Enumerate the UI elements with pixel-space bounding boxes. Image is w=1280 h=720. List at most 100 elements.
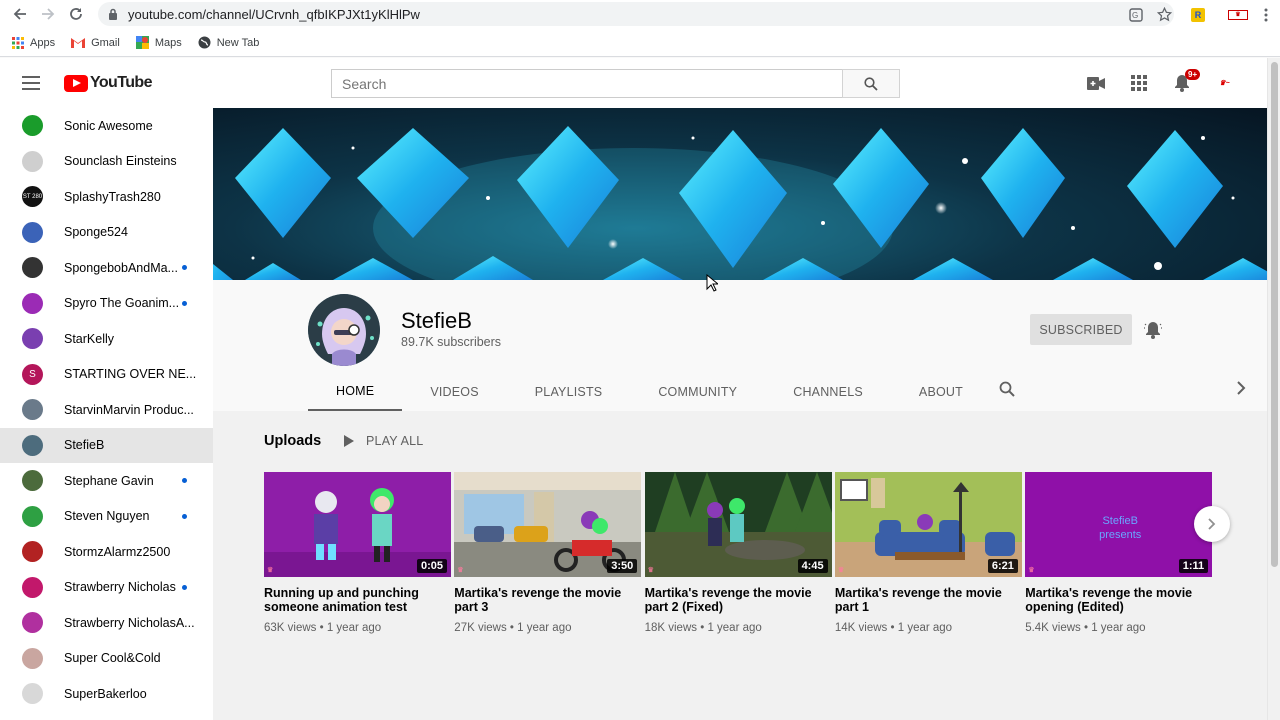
sidebar-channel-item[interactable]: Sonic Awesome	[0, 108, 213, 144]
scrollbar-thumb[interactable]	[1271, 62, 1278, 567]
video-card[interactable]: ♛ 3:50 Martika's revenge the movie part 3 2…	[454, 472, 642, 634]
video-card[interactable]: ♛ 0:05 Running up and punching someone ani…	[264, 472, 451, 634]
account-avatar[interactable]: ♛~	[1203, 68, 1246, 98]
extension-icon[interactable]: R	[1184, 1, 1212, 29]
sidebar-channel-item[interactable]: Sounclash Einsteins	[0, 144, 213, 180]
reload-button[interactable]	[62, 0, 90, 28]
channel-avatar-icon	[22, 150, 43, 172]
channel-name: StefieB	[401, 308, 472, 333]
shelf-next-button[interactable]	[1194, 506, 1230, 542]
bookmark-maps[interactable]: Maps	[135, 36, 182, 49]
translate-icon[interactable]: G	[1122, 1, 1150, 29]
tab-playlists[interactable]: PLAYLISTS	[507, 372, 631, 411]
apps-button[interactable]	[1117, 68, 1160, 98]
channel-avatar-icon: ST 280	[22, 186, 43, 208]
tab-community[interactable]: COMMUNITY	[630, 372, 765, 411]
new-content-dot	[182, 300, 187, 306]
notifications-button[interactable]: 9+	[1160, 68, 1203, 98]
watermark-logo: ♛	[267, 567, 274, 574]
video-card[interactable]: ♛ StefieB presents 1:11 Martika's revenge t…	[1025, 472, 1213, 634]
channel-avatar-icon: S	[22, 363, 43, 385]
view-count: 27K views	[454, 622, 507, 634]
tabs-next-button[interactable]	[1236, 381, 1246, 400]
new-content-dot	[182, 265, 187, 270]
sidebar-channel-item[interactable]: StarvinMarvin Produc...	[0, 392, 213, 428]
video-card[interactable]: ♛ 6:21 Martika's revenge the movie part 1 1…	[834, 472, 1022, 634]
address-bar[interactable]: youtube.com/channel/UCrvnh_qfbIKPJXt1yKl…	[98, 2, 1174, 26]
channel-avatar-icon	[22, 576, 43, 598]
sidebar-item-label: Sonic Awesome	[64, 118, 153, 133]
tab-channels[interactable]: CHANNELS	[765, 372, 891, 411]
video-title[interactable]: Running up and punching someone animatio…	[264, 586, 451, 614]
bookmark-gmail[interactable]: Gmail	[71, 37, 120, 49]
youtube-masthead: YouTube 9+ ♛~	[0, 58, 1268, 108]
bookmark-new-tab[interactable]: New Tab	[198, 36, 260, 49]
video-duration: 1:11	[1178, 559, 1209, 573]
channel-avatar-icon	[22, 434, 43, 456]
video-title[interactable]: Martika's revenge the movie part 2 (Fixe…	[645, 586, 832, 614]
back-button[interactable]	[6, 0, 34, 28]
profile-avatar-icon[interactable]: ♛	[1224, 1, 1252, 29]
sidebar-channel-item[interactable]: Strawberry NicholasA...	[0, 605, 213, 641]
video-card[interactable]: ♛ 4:45 Martika's revenge the movie part 2 …	[644, 472, 832, 634]
youtube-logo[interactable]: YouTube	[64, 74, 152, 92]
create-video-button[interactable]	[1074, 68, 1117, 98]
sidebar-item-label: Strawberry Nicholas	[64, 580, 176, 595]
video-title[interactable]: Martika's revenge the movie opening (Edi…	[1025, 586, 1212, 614]
tab-home[interactable]: HOME	[308, 372, 403, 411]
play-all-button[interactable]: PLAY ALL	[344, 434, 423, 448]
notification-badge: 9+	[1185, 69, 1201, 80]
bookmarks-bar: Apps Gmail Maps New Tab	[0, 29, 1280, 57]
search-input[interactable]	[331, 69, 843, 98]
bookmark-label: New Tab	[216, 36, 260, 49]
search-button[interactable]	[842, 69, 900, 98]
guide-menu-icon[interactable]	[22, 76, 40, 90]
sidebar-channel-item[interactable]: SpongebobAndMa...	[0, 250, 213, 286]
sidebar-item-label: Sounclash Einsteins	[64, 154, 177, 169]
thumbnail-overlay-text: StefieB presents	[1099, 515, 1142, 541]
subscribed-button[interactable]: SUBSCRIBED	[1030, 314, 1132, 345]
bookmark-apps[interactable]: Apps	[12, 36, 56, 49]
video-thumbnail[interactable]: ♛ 6:21	[834, 472, 1022, 577]
video-thumbnail[interactable]: ♛ StefieB presents 1:11	[1025, 472, 1213, 577]
sidebar-channel-item[interactable]: Strawberry Nicholas	[0, 570, 213, 606]
sidebar-channel-item[interactable]: Sponge524	[0, 215, 213, 251]
account-logo-icon: ♛~	[1219, 80, 1230, 87]
video-metadata: 5.4K views • 1 year ago	[1025, 622, 1212, 634]
video-title[interactable]: Martika's revenge the movie part 1	[835, 586, 1022, 614]
channel-avatar-icon	[22, 683, 43, 705]
sidebar-channel-item[interactable]: Stephane Gavin	[0, 463, 213, 499]
sidebar-channel-item[interactable]: ST 280 SplashyTrash280	[0, 179, 213, 215]
sidebar-channel-item[interactable]: StormzAlarmz2500	[0, 534, 213, 570]
sidebar-channel-item[interactable]: Steven Nguyen	[0, 499, 213, 535]
channel-avatar-icon	[22, 115, 43, 137]
sidebar-channel-item[interactable]: SuperBakerloo	[0, 676, 213, 712]
video-title[interactable]: Martika's revenge the movie part 3	[454, 586, 641, 614]
tab-about[interactable]: ABOUT	[891, 372, 991, 411]
tab-videos[interactable]: VIDEOS	[402, 372, 506, 411]
forward-button[interactable]	[34, 0, 62, 28]
sidebar-channel-item[interactable]: S STARTING OVER NE...	[0, 357, 213, 393]
channel-search-button[interactable]	[999, 381, 1015, 402]
video-duration: 4:45	[797, 559, 828, 573]
video-thumbnail[interactable]: ♛ 4:45	[644, 472, 832, 577]
bookmark-star-icon[interactable]	[1150, 1, 1178, 29]
search-icon	[864, 76, 878, 91]
new-content-dot	[182, 513, 187, 519]
bookmark-label: Apps	[30, 36, 56, 49]
video-duration: 3:50	[607, 559, 638, 573]
sidebar-item-label: SplashyTrash280	[64, 189, 161, 204]
video-thumbnail[interactable]: ♛ 0:05	[264, 472, 451, 577]
notification-bell-button[interactable]	[1142, 318, 1164, 340]
channel-avatar-icon	[22, 328, 43, 350]
uploads-heading[interactable]: Uploads	[264, 433, 321, 449]
page-scrollbar[interactable]	[1267, 58, 1280, 720]
sidebar-channel-item[interactable]: StefieB	[0, 427, 213, 463]
channel-avatar[interactable]	[308, 294, 380, 366]
sidebar-channel-item[interactable]: Spyro The Goanim...	[0, 286, 213, 322]
sidebar-channel-item[interactable]: StarKelly	[0, 321, 213, 357]
sidebar-channel-item[interactable]: Super Cool&Cold	[0, 641, 213, 677]
sidebar-item-label: StefieB	[64, 438, 105, 453]
more-menu-icon[interactable]	[1252, 1, 1280, 29]
video-thumbnail[interactable]: ♛ 3:50	[454, 472, 642, 577]
